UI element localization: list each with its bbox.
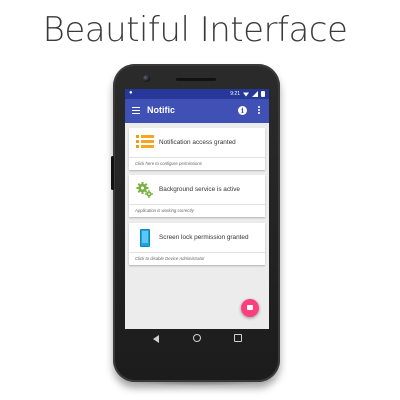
card-subtitle: Click to disable Device Administrator (135, 256, 205, 261)
recents-icon[interactable] (234, 334, 242, 342)
card-main: Background service is active (129, 175, 265, 205)
info-icon[interactable]: i (238, 106, 247, 115)
gears-icon (136, 181, 154, 199)
list-icon (136, 134, 154, 152)
wifi-icon (243, 92, 249, 97)
feedback-icon (247, 305, 253, 310)
app-title: Notific (147, 105, 175, 115)
card-title: Background service is active (159, 186, 240, 193)
card-main: Screen lock permission granted (129, 223, 265, 253)
headline: Beautiful Interface (42, 10, 348, 50)
home-icon[interactable] (193, 334, 201, 342)
camera-icon (143, 75, 150, 82)
card-main: Notification access granted (129, 128, 265, 158)
card-screen-lock[interactable]: Screen lock permission granted Click to … (129, 223, 265, 265)
overflow-menu-icon[interactable] (258, 106, 260, 116)
phone-screen: ● 9:21 Notific i Notification access gra… (125, 89, 269, 329)
card-subtitle: Click here to configure permissions (135, 161, 202, 166)
status-time: 9:21 (230, 91, 240, 97)
app-bar: Notific i (125, 99, 269, 123)
phone-side-button (111, 156, 114, 190)
card-title: Screen lock permission granted (159, 234, 249, 241)
card-background-service[interactable]: Background service is active Application… (129, 175, 265, 217)
phone-icon (136, 229, 154, 247)
card-subtitle: Application is working correctly (135, 208, 194, 213)
card-title: Notification access granted (159, 139, 236, 146)
card-notification-access[interactable]: Notification access granted Click here t… (129, 128, 265, 170)
status-bar: ● 9:21 (125, 89, 269, 99)
battery-icon (261, 91, 265, 97)
notification-icon: ● (129, 90, 133, 96)
back-icon[interactable] (153, 335, 159, 343)
menu-icon[interactable] (132, 107, 140, 114)
feedback-fab-button[interactable] (241, 299, 259, 317)
signal-icon (252, 91, 258, 97)
earpiece (176, 78, 216, 81)
